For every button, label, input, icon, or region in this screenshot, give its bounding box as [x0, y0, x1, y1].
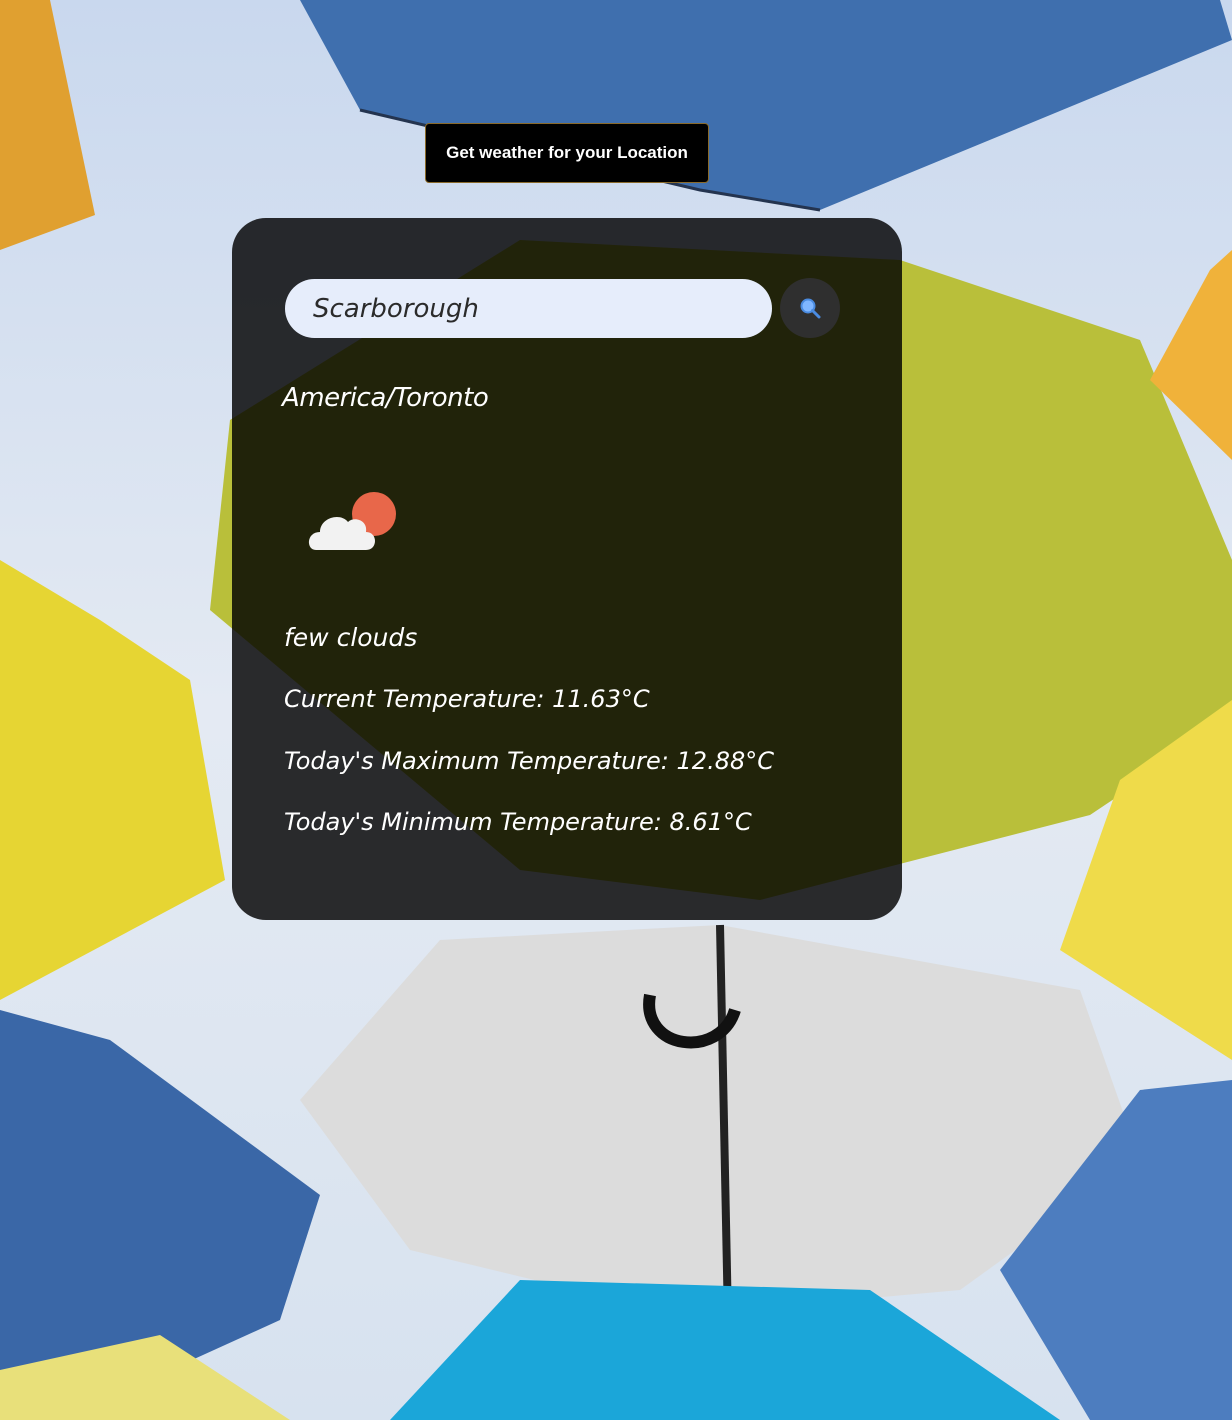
weather-description: few clouds	[284, 623, 418, 652]
get-location-weather-button[interactable]: Get weather for your Location	[425, 123, 709, 183]
min-temperature: Today's Minimum Temperature: 8.61°C	[284, 808, 752, 836]
timezone-label: America/Toronto	[282, 383, 489, 413]
current-temperature: Current Temperature: 11.63°C	[284, 685, 650, 713]
city-search-input[interactable]: Scarborough	[285, 279, 772, 338]
max-temperature-label: Today's Maximum Temperature:	[284, 747, 669, 775]
magnifier-icon	[800, 298, 821, 319]
current-temperature-value: 11.63°C	[552, 685, 650, 713]
search-button[interactable]	[780, 278, 840, 338]
current-temperature-label: Current Temperature:	[284, 685, 545, 713]
min-temperature-label: Today's Minimum Temperature:	[284, 808, 662, 836]
max-temperature: Today's Maximum Temperature: 12.88°C	[284, 747, 774, 775]
weather-card: Scarborough America/Toronto few clouds C…	[232, 218, 902, 920]
min-temperature-value: 8.61°C	[669, 808, 752, 836]
max-temperature-value: 12.88°C	[676, 747, 774, 775]
few-clouds-sun-cloud-icon	[308, 492, 396, 550]
